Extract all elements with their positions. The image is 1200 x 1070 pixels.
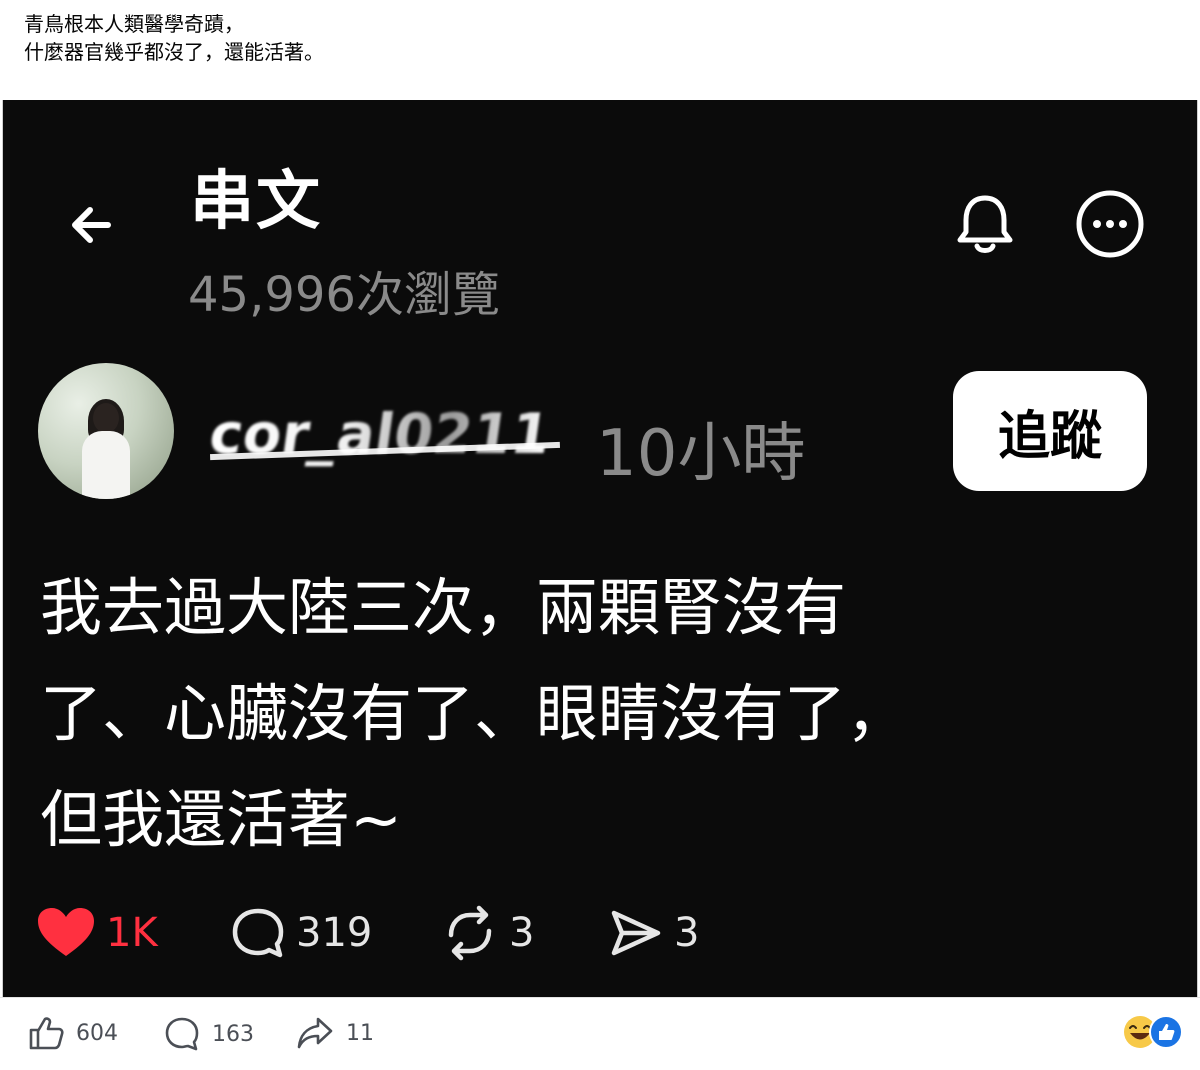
comment-count: 319 (296, 910, 373, 956)
post-line-2: 了、心臟沒有了、眼睛沒有了， (40, 677, 909, 750)
caption-line-1: 青鳥根本人類醫學奇蹟， (24, 12, 244, 36)
post-line-3: 但我還活著~ (40, 783, 402, 856)
share-count: 3 (674, 910, 700, 956)
fb-share-button[interactable]: 11 (296, 1016, 374, 1050)
more-options-icon[interactable] (1074, 188, 1146, 260)
fb-comment-count: 163 (212, 1021, 254, 1047)
post-caption: 青鳥根本人類醫學奇蹟， 什麼器官幾乎都沒了，還能活著。 (24, 10, 324, 66)
bell-icon[interactable] (950, 188, 1020, 260)
thumbs-up-icon (29, 1017, 64, 1050)
avatar[interactable] (38, 363, 174, 499)
share-button[interactable]: 3 (608, 900, 699, 966)
follow-button[interactable]: 追蹤 (953, 371, 1147, 491)
like-count: 1K (106, 910, 158, 956)
fb-comment-button[interactable]: 163 (164, 1016, 254, 1052)
caption-line-2: 什麼器官幾乎都沒了，還能活著。 (24, 40, 324, 64)
post-body: 我去過大陸三次，兩顆腎沒有 了、心臟沒有了、眼睛沒有了， 但我還活著~ (40, 555, 1060, 873)
reaction-icons[interactable] (1122, 1014, 1186, 1050)
repost-count: 3 (509, 910, 535, 956)
facebook-action-bar: 604 163 11 (0, 997, 1200, 1070)
repost-button[interactable]: 3 (441, 900, 534, 966)
avatar-dress (82, 431, 130, 499)
fb-share-arrow-icon (297, 1017, 333, 1049)
avatar-face (93, 403, 119, 433)
fb-share-count: 11 (346, 1020, 374, 1046)
repost-icon (448, 905, 492, 961)
heart-icon (38, 908, 94, 956)
page-title: 串文 (190, 165, 322, 239)
like-blue-icon (1149, 1015, 1183, 1049)
post-line-1: 我去過大陸三次，兩顆腎沒有 (40, 571, 847, 644)
view-count: 45,996次瀏覽 (188, 267, 500, 323)
fb-like-button[interactable]: 604 (28, 1016, 118, 1050)
post-time: 10小時 (596, 417, 806, 491)
fb-comment-icon (165, 1017, 199, 1051)
send-icon (611, 910, 661, 956)
fb-like-count: 604 (76, 1020, 118, 1046)
like-button[interactable]: 1K (36, 900, 158, 966)
back-arrow-icon[interactable] (60, 190, 130, 260)
comment-bubble-icon (232, 908, 284, 958)
comment-button[interactable]: 319 (230, 900, 372, 966)
